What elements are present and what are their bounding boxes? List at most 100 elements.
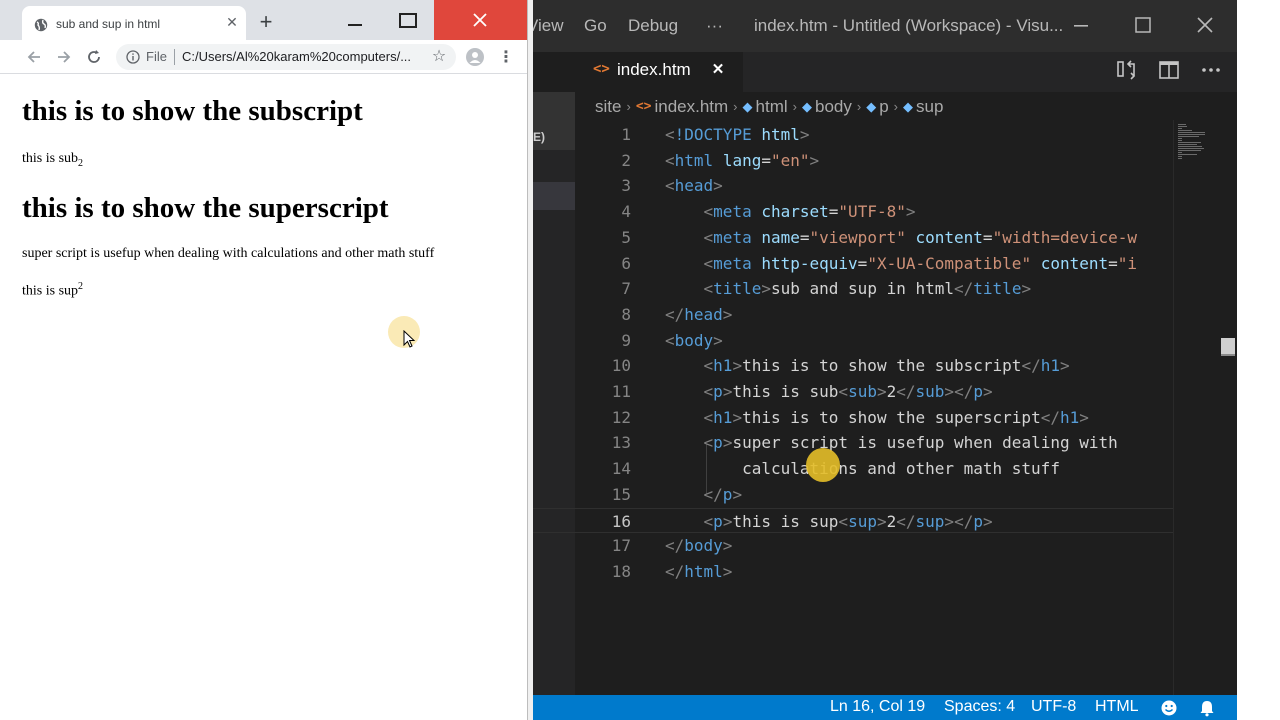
close-icon[interactable] [1190, 12, 1220, 38]
kebab-menu-icon[interactable]: ⋮ [498, 47, 514, 67]
maximize-icon[interactable] [385, 0, 431, 40]
line-number[interactable]: 16 [591, 509, 631, 534]
code-line[interactable]: 9 <body> [533, 328, 1173, 353]
menu-go[interactable]: Go [584, 16, 607, 36]
code-text: <title>sub and sup in html</title> [703, 279, 1032, 299]
vscode-window: View Go Debug ··· index.htm - Untitled (… [533, 0, 1237, 720]
code-line[interactable]: 10 <h1>this is to show the subscript</h1… [533, 353, 1173, 378]
breadcrumb-item-body[interactable]: body [815, 97, 852, 117]
more-actions-icon[interactable] [1199, 58, 1223, 82]
code-text: <p>this is sub<sub>2</sub></p> [703, 382, 993, 401]
code-line[interactable]: 16 <p>this is sup<sup>2</sup></p> [533, 507, 1173, 534]
line-number[interactable]: 8 [591, 302, 631, 327]
line-number[interactable]: 15 [591, 482, 631, 507]
heading-subscript: this is to show the subscript [22, 95, 363, 127]
cursor-highlight [806, 448, 840, 482]
bell-icon[interactable] [1198, 699, 1216, 717]
code-line[interactable]: 1 <!DOCTYPE html> [533, 122, 1173, 147]
code-line[interactable]: 2 <html lang="en"> [533, 148, 1173, 173]
window-close-icon[interactable] [434, 0, 527, 40]
code-line[interactable]: 13 <p>super script is usefup when dealin… [533, 430, 1173, 455]
line-number[interactable]: 11 [591, 379, 631, 404]
breadcrumb-item-file[interactable]: index.htm [654, 97, 728, 117]
breadcrumb-item-p[interactable]: p [879, 97, 888, 117]
code-text: <body> [665, 330, 723, 350]
line-number[interactable]: 14 [591, 456, 631, 481]
line-number[interactable]: 6 [591, 251, 631, 276]
line-number[interactable]: 1 [591, 122, 631, 147]
avatar-icon[interactable] [466, 48, 484, 66]
code-text: <meta name="viewport" content="width=dev… [703, 227, 1138, 247]
line-number[interactable]: 12 [591, 405, 631, 430]
editor-scrollbar[interactable] [1221, 120, 1237, 695]
code-editor[interactable]: 1 <!DOCTYPE html> 2 <html lang="en"> 3 <head>… [533, 120, 1173, 695]
line-number[interactable]: 3 [591, 173, 631, 198]
minimap-line [1178, 130, 1193, 131]
menu-view[interactable]: View [533, 16, 564, 36]
line-number[interactable]: 17 [591, 533, 631, 558]
breadcrumb-item-sup[interactable]: sup [916, 97, 943, 117]
line-number[interactable]: 13 [591, 430, 631, 455]
line-number[interactable]: 10 [591, 353, 631, 378]
address-bar[interactable]: File C:/Users/Al%20karam%20computers/...… [116, 44, 456, 70]
status-cursor-position[interactable]: Ln 16, Col 19 [830, 698, 925, 716]
code-line[interactable]: 8 </head> [533, 302, 1173, 327]
line-number[interactable]: 7 [591, 276, 631, 301]
open-changes-icon[interactable] [1115, 58, 1139, 82]
minimap[interactable] [1173, 120, 1221, 695]
menu-more[interactable]: ··· [706, 16, 723, 36]
minimap-line [1178, 138, 1182, 139]
line-number[interactable]: 4 [591, 199, 631, 224]
close-icon[interactable]: ✕ [224, 15, 240, 31]
split-editor-icon[interactable] [1157, 58, 1181, 82]
maximize-icon[interactable] [1128, 12, 1158, 38]
reload-icon[interactable] [84, 47, 104, 67]
minimize-icon[interactable] [1066, 12, 1096, 38]
code-line[interactable]: 3 <head> [533, 173, 1173, 198]
url-divider [174, 49, 175, 65]
arrow-left-icon[interactable] [24, 47, 44, 67]
browser-toolbar: File C:/Users/Al%20karam%20computers/...… [0, 40, 527, 74]
minimap-line [1178, 132, 1205, 133]
heading-superscript: this is to show the superscript [22, 192, 389, 224]
close-icon[interactable]: ✕ [709, 59, 727, 81]
code-line[interactable]: 7 <title>sub and sup in html</title> [533, 276, 1173, 301]
line-number[interactable]: 9 [591, 328, 631, 353]
status-encoding[interactable]: UTF-8 [1031, 698, 1076, 716]
status-language[interactable]: HTML [1095, 698, 1139, 716]
menu-debug[interactable]: Debug [628, 16, 678, 36]
tab-title: sub and sup in html [56, 17, 161, 31]
code-line[interactable]: 14 calculations and other math stuff [533, 456, 1173, 481]
arrow-right-icon[interactable] [54, 47, 74, 67]
window-title: index.htm - Untitled (Workspace) - Visu.… [754, 16, 1064, 35]
code-line[interactable]: 11 <p>this is sub<sub>2</sub></p> [533, 379, 1173, 404]
code-line[interactable]: 6 <meta http-equiv="X-UA-Compatible" con… [533, 251, 1173, 276]
line-number[interactable]: 2 [591, 148, 631, 173]
code-line[interactable]: 12 <h1>this is to show the superscript</… [533, 405, 1173, 430]
vscode-titlebar: View Go Debug ··· index.htm - Untitled (… [533, 0, 1237, 52]
editor-tabs: <> index.htm ✕ [575, 52, 1237, 92]
breadcrumb-item-html[interactable]: html [756, 97, 788, 117]
globe-icon [34, 18, 48, 32]
scroll-marker [1221, 338, 1235, 354]
code-line[interactable]: 5 <meta name="viewport" content="width=d… [533, 225, 1173, 250]
code-line[interactable]: 15 </p> [533, 482, 1173, 507]
code-line[interactable]: 17 </body> [533, 533, 1173, 558]
plus-icon[interactable]: + [256, 11, 276, 33]
breadcrumb-item-site[interactable]: site [595, 97, 621, 117]
code-line[interactable]: 18 </html> [533, 559, 1173, 584]
code-line[interactable]: 4 <meta charset="UTF-8"> [533, 199, 1173, 224]
star-icon[interactable]: ☆ [430, 47, 448, 65]
sub-value: 2 [78, 157, 84, 169]
info-icon[interactable] [126, 50, 140, 64]
browser-tab[interactable]: sub and sup in html ✕ [22, 6, 246, 44]
line-number[interactable]: 18 [591, 559, 631, 584]
browser-titlebar: sub and sup in html ✕ + [0, 0, 527, 44]
smiley-icon[interactable] [1160, 699, 1178, 717]
url-text[interactable]: C:/Users/Al%20karam%20computers/... [182, 49, 412, 64]
status-indentation[interactable]: Spaces: 4 [944, 698, 1015, 716]
line-number[interactable]: 5 [591, 225, 631, 250]
tab-index-htm[interactable]: <> index.htm ✕ [575, 52, 743, 92]
minimap-line [1178, 124, 1187, 125]
minimize-icon[interactable] [332, 0, 378, 40]
